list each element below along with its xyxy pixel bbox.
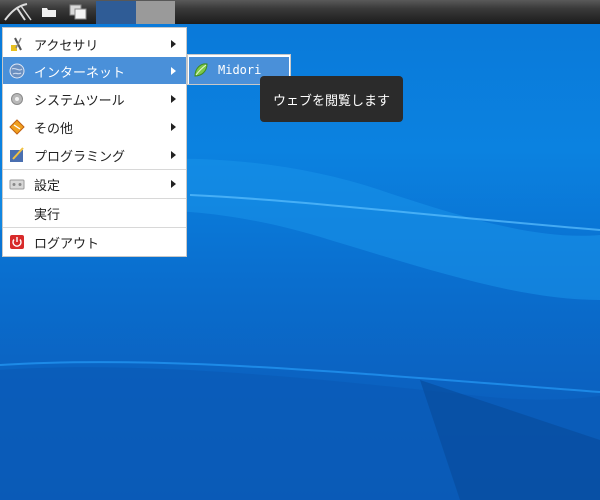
menu-item-label: ログアウト	[34, 237, 100, 252]
menu-item-label: インターネット	[34, 66, 126, 81]
submenu-arrow-icon	[171, 151, 176, 159]
menu-item-internet[interactable]: インターネット	[3, 57, 186, 84]
system-tools-gear-icon	[11, 93, 23, 105]
file-manager-button[interactable]	[36, 0, 62, 24]
other-diamond-icon	[9, 119, 25, 135]
menu-item-system-tools[interactable]: システムツール	[3, 85, 186, 112]
menu-item-accessories[interactable]: アクセサリ	[3, 30, 186, 57]
menu-item-other[interactable]: その他	[3, 113, 186, 140]
accessories-icon	[11, 37, 22, 51]
settings-icon	[9, 179, 25, 190]
menu-item-label: システムツール	[34, 94, 125, 109]
menu-item-label: 設定	[34, 179, 61, 194]
submenu-item-label: Midori	[218, 63, 262, 77]
top-panel	[0, 0, 600, 24]
midori-browser-icon	[194, 63, 208, 77]
menu-item-label: アクセサリ	[34, 39, 99, 54]
menu-item-programming[interactable]: プログラミング	[3, 141, 186, 168]
submenu-arrow-icon	[171, 40, 176, 48]
submenu-arrow-icon	[171, 95, 176, 103]
submenu-arrow-icon	[171, 180, 176, 188]
tooltip: ウェブを閲覧します	[260, 76, 403, 122]
show-desktop-icon	[69, 4, 87, 20]
programming-icon	[10, 147, 24, 162]
menu-item-settings[interactable]: 設定	[3, 170, 186, 197]
main-menu: アクセサリ インターネット システムツール その他 プログラミング 設定 実行 …	[2, 27, 187, 257]
internet-globe-icon	[9, 63, 25, 79]
submenu-arrow-icon	[171, 123, 176, 131]
submenu-arrow-icon	[171, 67, 176, 75]
tooltip-text: ウェブを閲覧します	[272, 93, 390, 109]
app-menu-icon	[4, 3, 32, 21]
logout-power-icon	[10, 235, 24, 249]
menu-item-label: プログラミング	[34, 150, 126, 165]
menu-item-label: その他	[34, 122, 74, 137]
workspace-1[interactable]	[96, 1, 136, 24]
show-desktop-button[interactable]	[62, 0, 94, 24]
menu-item-run[interactable]: 実行	[3, 199, 186, 226]
menu-item-label: 実行	[34, 208, 61, 223]
menu-item-logout[interactable]: ログアウト	[3, 228, 186, 255]
app-menu-button[interactable]	[0, 0, 36, 24]
file-manager-icon	[42, 8, 56, 17]
workspace-2[interactable]	[136, 1, 175, 24]
